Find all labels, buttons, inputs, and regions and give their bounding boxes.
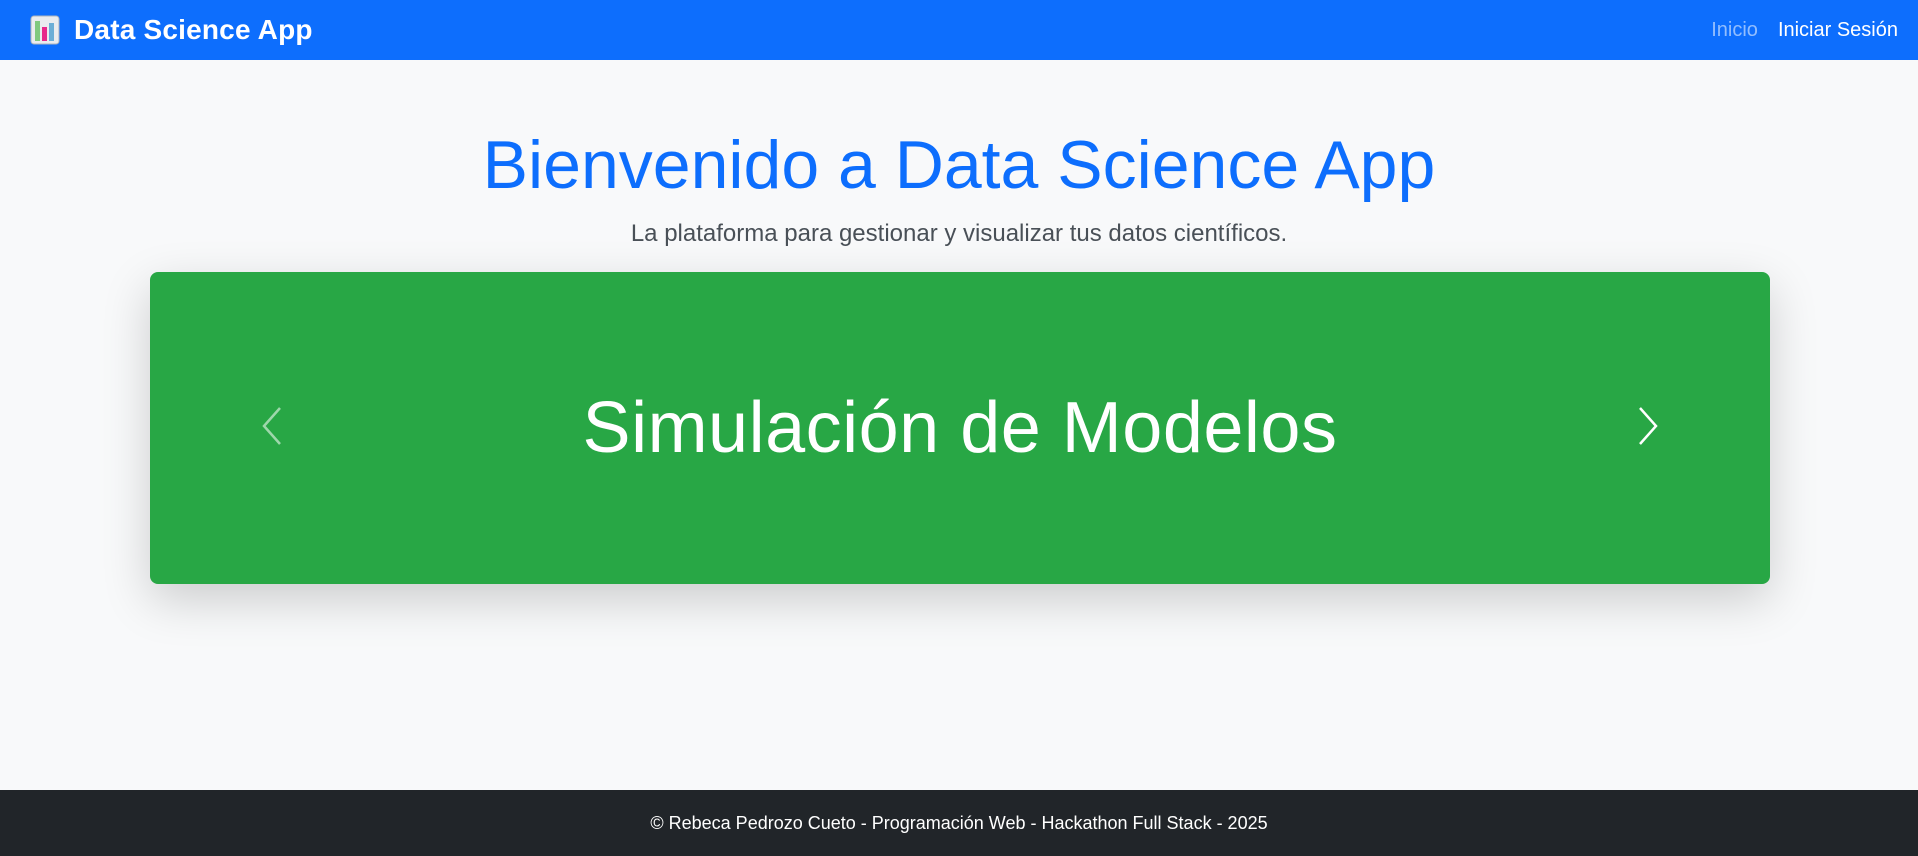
chevron-right-icon [1636,406,1660,451]
brand-link[interactable]: Data Science App [30,14,313,46]
carousel-slide-title: Simulación de Modelos [582,388,1338,468]
carousel-prev-button[interactable] [252,398,292,458]
bar-chart-icon [30,15,60,45]
nav-link-iniciar-sesion[interactable]: Iniciar Sesión [1778,19,1898,42]
chevron-left-icon [260,406,284,451]
footer: © Rebeca Pedrozo Cueto - Programación We… [0,790,1918,856]
carousel-next-button[interactable] [1628,398,1668,458]
brand-title: Data Science App [74,14,313,45]
page-title: Bienvenido a Data Science App [482,127,1436,203]
nav-links: Inicio Iniciar Sesión [1691,19,1898,42]
top-navbar: Data Science App Inicio Iniciar Sesión [0,0,1918,60]
carousel: Simulación de Modelos [150,272,1770,584]
footer-text: © Rebeca Pedrozo Cueto - Programación We… [650,812,1268,833]
page-subtitle: La plataforma para gestionar y visualiza… [630,220,1288,247]
nav-link-inicio[interactable]: Inicio [1711,19,1758,42]
